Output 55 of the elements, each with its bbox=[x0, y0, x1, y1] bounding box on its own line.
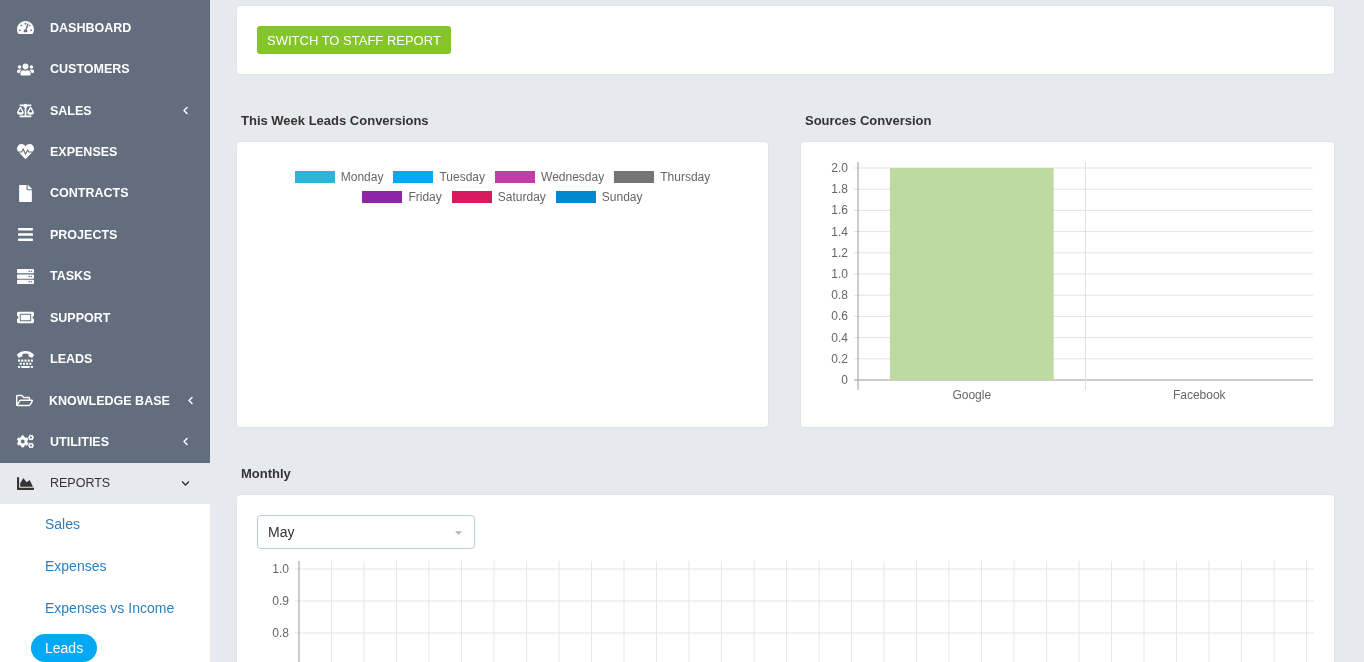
legend-label: Tuesday bbox=[439, 170, 486, 184]
sidebar-item[interactable]: UTILITIES bbox=[0, 421, 210, 463]
legend-label: Friday bbox=[408, 190, 442, 204]
sidebar-item[interactable]: SALES bbox=[0, 89, 210, 132]
folder-icon bbox=[16, 392, 33, 409]
axis-label: 1.2 bbox=[831, 245, 848, 260]
submenu-link[interactable]: Leads bbox=[31, 634, 98, 662]
submenu-link[interactable]: Expenses bbox=[45, 550, 107, 583]
monthly-chart-grid: 1.0 0.9 0.8 bbox=[257, 557, 1314, 662]
section-title: Monthly bbox=[241, 466, 292, 481]
file-icon bbox=[16, 184, 34, 202]
legend-label: Thursday bbox=[660, 170, 711, 184]
bars-icon bbox=[16, 226, 34, 244]
legend-label: Sunday bbox=[601, 190, 643, 204]
axis-label: 1.6 bbox=[831, 203, 848, 218]
axis-label: Google bbox=[952, 388, 992, 402]
axis-label: 1.4 bbox=[831, 224, 848, 239]
axis-label: 1.8 bbox=[831, 182, 848, 197]
sidebar-item[interactable]: REPORTS bbox=[0, 462, 210, 505]
chevron-down-icon bbox=[181, 478, 190, 488]
legend-label: Saturday bbox=[497, 190, 546, 204]
axis-label: 2.0 bbox=[831, 161, 848, 175]
sidebar-item[interactable]: CUSTOMERS bbox=[0, 48, 210, 90]
sidebar-item[interactable]: LEADS bbox=[0, 338, 210, 380]
axis-label: Facebook bbox=[1172, 388, 1226, 402]
axis-label: 0.2 bbox=[831, 351, 848, 366]
axis-label: 0 bbox=[841, 373, 848, 387]
axis-label: 0.8 bbox=[831, 288, 848, 303]
section-title: Sources Conversion bbox=[805, 113, 933, 128]
sidebar-item[interactable]: EXPENSES bbox=[0, 131, 210, 173]
heartbeat-icon bbox=[16, 143, 34, 161]
gauge-icon bbox=[16, 19, 34, 37]
sidebar-item[interactable]: SUPPORT bbox=[0, 296, 210, 339]
legend-label: Wednesday bbox=[541, 170, 605, 184]
sidebar-item[interactable]: KNOWLEDGE BASE bbox=[0, 379, 210, 422]
section-title: This Week Leads Conversions bbox=[241, 113, 430, 128]
area-chart-icon bbox=[16, 474, 34, 492]
month-select[interactable]: May bbox=[257, 515, 475, 549]
axis-label: 0.4 bbox=[831, 330, 848, 345]
scale-icon bbox=[16, 102, 34, 120]
sidebar-item[interactable]: TASKS bbox=[0, 255, 210, 297]
submenu-link[interactable]: Sales bbox=[45, 508, 81, 541]
chevron-left-icon bbox=[181, 437, 190, 447]
sidebar-item[interactable]: DASHBOARD bbox=[0, 7, 210, 49]
gears-icon bbox=[16, 433, 34, 451]
phone-icon bbox=[16, 350, 34, 368]
submenu-link[interactable]: Expenses vs Income bbox=[45, 592, 175, 625]
sidebar-item[interactable]: PROJECTS bbox=[0, 214, 210, 256]
sidebar-item[interactable]: CONTRACTS bbox=[0, 172, 210, 215]
legend-label: Monday bbox=[340, 170, 384, 184]
list-icon bbox=[16, 267, 34, 285]
chevron-left-icon bbox=[181, 106, 190, 116]
axis-label: 0.6 bbox=[831, 309, 848, 324]
chevron-left-icon bbox=[185, 396, 195, 405]
axis-label: 1.0 bbox=[831, 267, 848, 281]
